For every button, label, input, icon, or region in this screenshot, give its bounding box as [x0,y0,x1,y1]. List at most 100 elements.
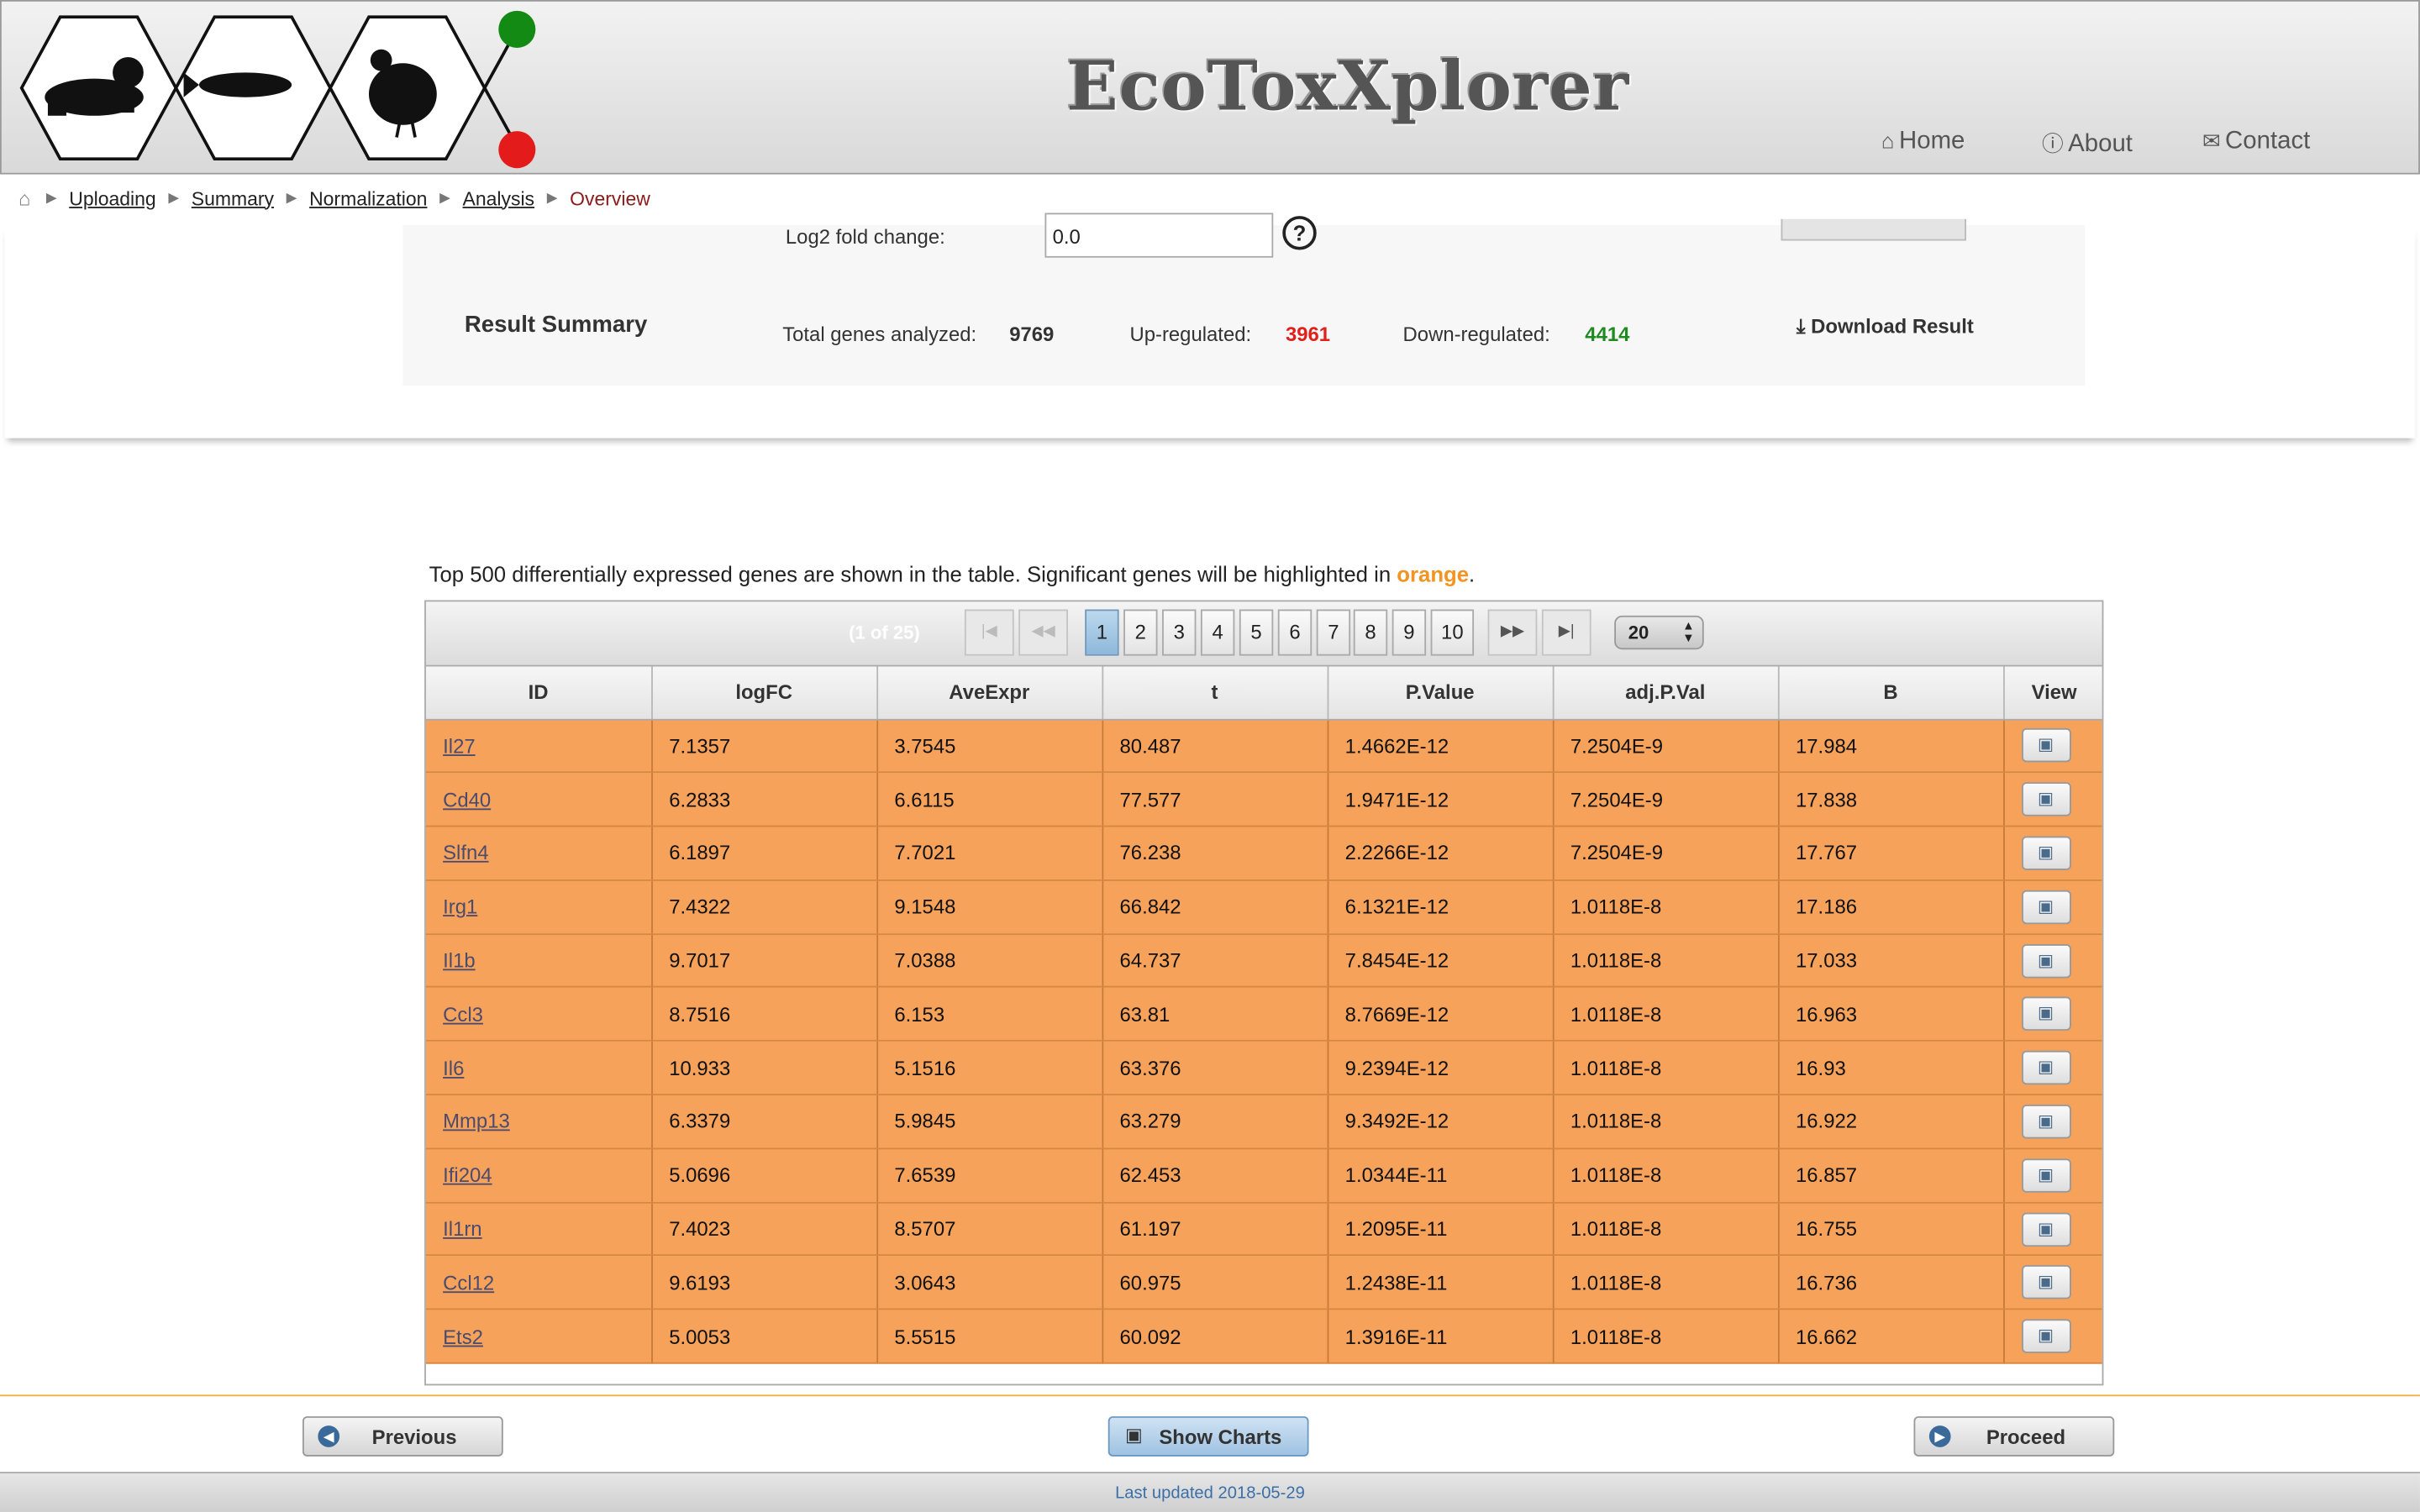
column-header[interactable]: adj.P.Val [1552,666,1779,720]
page-5-button[interactable]: 5 [1239,609,1274,656]
image-icon: ▣ [1124,1424,1143,1446]
gene-link[interactable]: Il1b [443,949,476,973]
rows-per-page-value: 20 [1628,622,1649,643]
view-image-icon[interactable]: ▣ [2021,997,2070,1032]
last-page-button[interactable]: ▶| [1541,609,1591,656]
view-image-icon[interactable]: ▣ [2021,782,2070,816]
column-header[interactable]: ID [425,666,653,720]
view-image-icon[interactable]: ▣ [2021,1265,2070,1300]
table-cell: 9.1548 [876,879,1103,935]
gene-table: (1 of 25) |◀ ◀◀ 1 2 3 4 5 6 7 8 9 10 ▶▶ ▶| 20 ▲ ▼ … [424,600,2104,1386]
chevron-right-icon: ▶ [168,189,180,206]
results-table: ID logFC AveExpr t P.Value adj.P.Val B V… [425,666,2102,1364]
view-image-icon[interactable]: ▣ [2021,1105,2070,1139]
view-cell: ▣ [2003,1256,2102,1310]
help-icon[interactable]: ? [1282,216,1317,250]
gene-link[interactable]: Ccl12 [443,1271,494,1294]
table-cell: 77.577 [1102,772,1328,827]
page-8-button[interactable]: 8 [1353,609,1388,656]
breadcrumb-uploading[interactable]: Uploading [69,187,155,209]
table-cell: 6.6115 [876,772,1103,827]
page-4-button[interactable]: 4 [1200,609,1235,656]
breadcrumb-normalization[interactable]: Normalization [309,187,427,209]
table-cell: 7.7021 [876,826,1103,881]
view-image-icon[interactable]: ▣ [2021,890,2070,924]
previous-button[interactable]: ◀ Previous [302,1416,503,1457]
nav-contact-label: Contact [2225,128,2311,155]
next-page-button[interactable]: ▶▶ [1487,609,1538,656]
chevron-right-icon: ▶ [45,189,57,206]
result-summary-panel: Log2 fold change: 0.0 ? Result Summary T… [402,213,2086,386]
divider [0,1394,2420,1397]
breadcrumb-summary[interactable]: Summary [192,187,274,209]
gene-id-cell: Cd40 [425,772,653,827]
column-header[interactable]: logFC [651,666,878,720]
gene-link[interactable]: Slfn4 [443,842,488,865]
submit-button[interactable] [1781,218,1966,241]
show-charts-button[interactable]: ▣ Show Charts [1107,1416,1309,1457]
table-cell: 66.842 [1102,879,1328,935]
view-image-icon[interactable]: ▣ [2021,943,2070,978]
column-header[interactable]: t [1102,666,1328,720]
nav-home-label: Home [1899,128,1965,155]
nav-home-link[interactable]: ⌂ Home [1881,128,1965,155]
page-7-button[interactable]: 7 [1316,609,1351,656]
view-image-icon[interactable]: ▣ [2021,1211,2070,1247]
table-cell: 80.487 [1102,718,1328,774]
app-header: EcoToxXplorer ⌂ Home ⓘ About ✉ Contact [0,0,2420,175]
proceed-button[interactable]: ▶ Proceed [1913,1416,2115,1457]
table-cell: 7.8454E-12 [1327,933,1554,989]
page-2-button[interactable]: 2 [1123,609,1158,656]
nav-contact-link[interactable]: ✉ Contact [2202,128,2310,155]
page-10-button[interactable]: 10 [1430,609,1475,656]
table-cell: 6.1321E-12 [1327,879,1554,935]
column-header[interactable]: B [1777,666,2004,720]
table-cell: 5.9845 [876,1095,1103,1150]
page-6-button[interactable]: 6 [1277,609,1313,656]
table-cell: 61.197 [1102,1202,1328,1257]
gene-link[interactable]: Irg1 [443,895,477,919]
page-9-button[interactable]: 9 [1392,609,1427,656]
gene-link[interactable]: Il27 [443,734,476,758]
view-image-icon[interactable]: ▣ [2021,836,2070,870]
page-1-button[interactable]: 1 [1085,609,1119,656]
breadcrumb: ⌂ ▶ Uploading ▶ Summary ▶ Normalization … [18,186,650,210]
page-3-button[interactable]: 3 [1162,609,1197,656]
column-header[interactable]: P.Value [1327,666,1554,720]
view-image-icon[interactable]: ▣ [2021,1319,2070,1354]
view-cell: ▣ [2003,879,2102,935]
first-page-button[interactable]: |◀ [964,609,1014,656]
gene-link[interactable]: Mmp13 [443,1110,510,1133]
up-regulated-value: 3961 [1285,322,1331,346]
gene-link[interactable]: Ccl3 [443,1003,483,1026]
gene-link[interactable]: Cd40 [443,788,491,811]
table-cell: 64.737 [1102,933,1328,989]
breadcrumb-analysis[interactable]: Analysis [463,187,534,209]
gene-link[interactable]: Il1rn [443,1217,481,1241]
gene-link[interactable]: Il6 [443,1057,464,1080]
home-icon: ⌂ [1881,128,1895,153]
up-regulated-label: Up-regulated: [1129,322,1252,346]
view-image-icon[interactable]: ▣ [2021,728,2070,764]
rows-per-page-select[interactable]: 20 ▲ ▼ [1614,615,1704,650]
table-cell: 1.0118E-8 [1552,1202,1779,1257]
view-image-icon[interactable]: ▣ [2021,1051,2070,1085]
table-cell: 1.0118E-8 [1552,879,1779,935]
fold-change-input[interactable]: 0.0 [1044,213,1274,258]
table-row: Il1b 9.7017 7.0388 64.737 7.8454E-12 1.0118E-… [425,933,2102,989]
arrow-left-icon: ◀ [318,1425,340,1447]
table-cell: 1.0118E-8 [1552,1309,1779,1364]
total-genes-label: Total genes analyzed: [782,322,977,346]
view-image-icon[interactable]: ▣ [2021,1158,2070,1193]
table-cell: 8.5707 [876,1202,1103,1257]
gene-id-cell: Ets2 [425,1309,653,1364]
table-cell: 2.2266E-12 [1327,826,1554,881]
nav-about-link[interactable]: ⓘ About [2042,128,2133,159]
download-result-button[interactable]: ⤓ Download Result [1797,315,1974,339]
gene-link[interactable]: Ets2 [443,1325,483,1348]
view-cell: ▣ [2003,1202,2102,1257]
prev-page-button[interactable]: ◀◀ [1018,609,1068,656]
column-header[interactable]: AveExpr [876,666,1103,720]
breadcrumb-home-icon[interactable]: ⌂ [18,186,30,210]
gene-link[interactable]: Ifi204 [443,1163,492,1187]
